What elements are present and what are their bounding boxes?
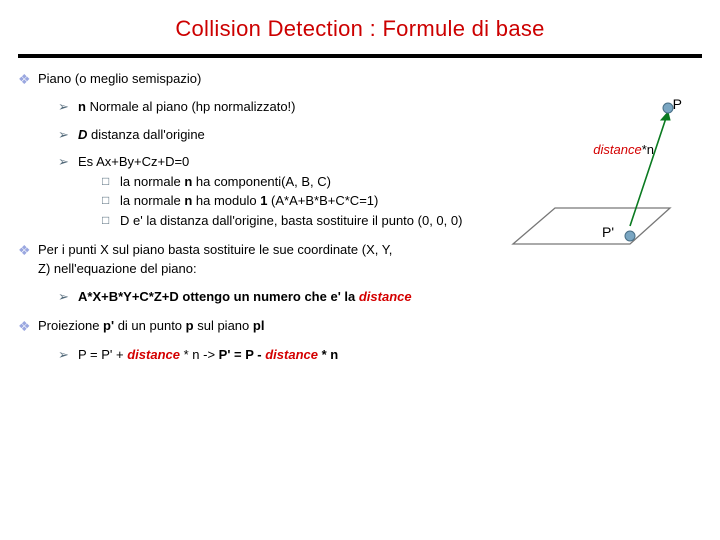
lvl2-item: P = P' + distance * n -> P' = P - distan… [56, 346, 696, 364]
lvl2-text: A*X+B*Y+C*Z+D ottengo un numero che e' l… [78, 289, 412, 304]
lvl1-text: Per i punti X sul piano basta sostituire… [38, 241, 398, 277]
point-p [663, 103, 673, 113]
label-distance: distance*n [593, 142, 654, 157]
plane-svg [510, 96, 690, 276]
label-p-prime: P' [602, 224, 614, 240]
lvl3-text: la normale n ha modulo 1 (A*A+B*B+C*C=1) [120, 193, 378, 208]
lvl3-text: D e' la distanza dall'origine, basta sos… [120, 213, 462, 228]
lvl1-text: Piano (o meglio semispazio) [38, 71, 201, 86]
lvl2-text: Es Ax+By+Cz+D=0 [78, 154, 189, 169]
label-p: P [673, 96, 682, 112]
slide-title: Collision Detection : Formule di base [0, 0, 720, 50]
lvl2-item: A*X+B*Y+C*Z+D ottengo un numero che e' l… [56, 288, 696, 306]
lvl2-text: D distanza dall'origine [78, 127, 205, 142]
plane-polygon [513, 208, 670, 244]
lvl3-text: la normale n ha componenti(A, B, C) [120, 174, 331, 189]
title-underline [18, 54, 702, 58]
plane-diagram: P distance*n P' [510, 96, 690, 276]
point-p-prime [625, 231, 635, 241]
lvl1-text: Proiezione p' di un punto p sul piano pl [38, 318, 264, 333]
normal-arrow [630, 112, 668, 226]
lvl2-text: P = P' + distance * n -> P' = P - distan… [78, 347, 338, 362]
lvl2-text: n Normale al piano (hp normalizzato!) [78, 99, 296, 114]
lvl1-item: Proiezione p' di un punto p sul piano pl… [12, 317, 696, 363]
